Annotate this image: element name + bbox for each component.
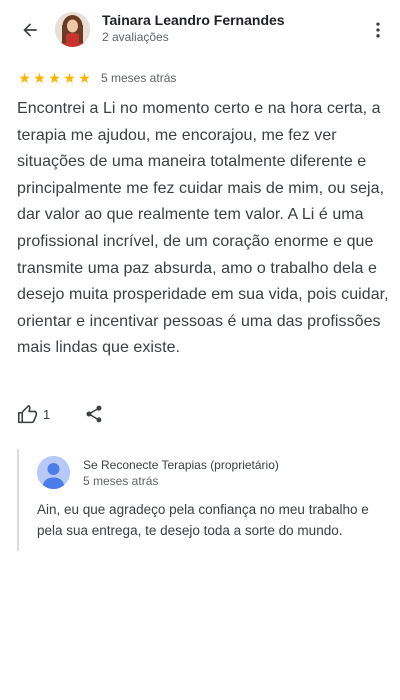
more-options-button[interactable] (364, 16, 392, 44)
arrow-back-icon (23, 23, 37, 37)
review-actions: 1 (17, 400, 104, 428)
share-button[interactable] (84, 404, 104, 424)
reviewer-avatar[interactable] (55, 12, 90, 47)
review-date: 5 meses atrás (101, 71, 177, 85)
owner-avatar (37, 456, 70, 489)
person-avatar-icon (37, 456, 70, 489)
like-count: 1 (43, 406, 51, 422)
owner-name: Se Reconecte Terapias (proprietário) (83, 458, 279, 472)
reviewer-photo (55, 12, 90, 47)
star-icon: ★ (78, 70, 91, 86)
star-icon: ★ (18, 70, 31, 86)
review-text: Encontrei a Li no momento certo e na hor… (17, 100, 389, 357)
thumb-up-icon (17, 404, 38, 423)
star-icon: ★ (63, 70, 76, 86)
more-vert-icon (376, 22, 380, 38)
owner-reply-text: Ain, eu que agradeço pela confiança no m… (37, 502, 369, 538)
review-header: Tainara Leandro Fernandes 2 avaliações (0, 0, 400, 58)
owner-reply-date: 5 meses atrás (83, 474, 159, 488)
star-icon: ★ (33, 70, 46, 86)
star-icon: ★ (48, 70, 61, 86)
like-button[interactable]: 1 (17, 404, 50, 425)
star-rating: ★ ★ ★ ★ ★ (17, 71, 92, 85)
back-button[interactable] (16, 16, 44, 44)
share-icon (86, 405, 102, 423)
owner-reply: Se Reconecte Terapias (proprietário) 5 m… (17, 449, 393, 551)
review-rating-row: ★ ★ ★ ★ ★ 5 meses atrás (17, 69, 176, 87)
reviewer-review-count: 2 avaliações (102, 30, 169, 44)
reviewer-name[interactable]: Tainara Leandro Fernandes (102, 12, 285, 28)
